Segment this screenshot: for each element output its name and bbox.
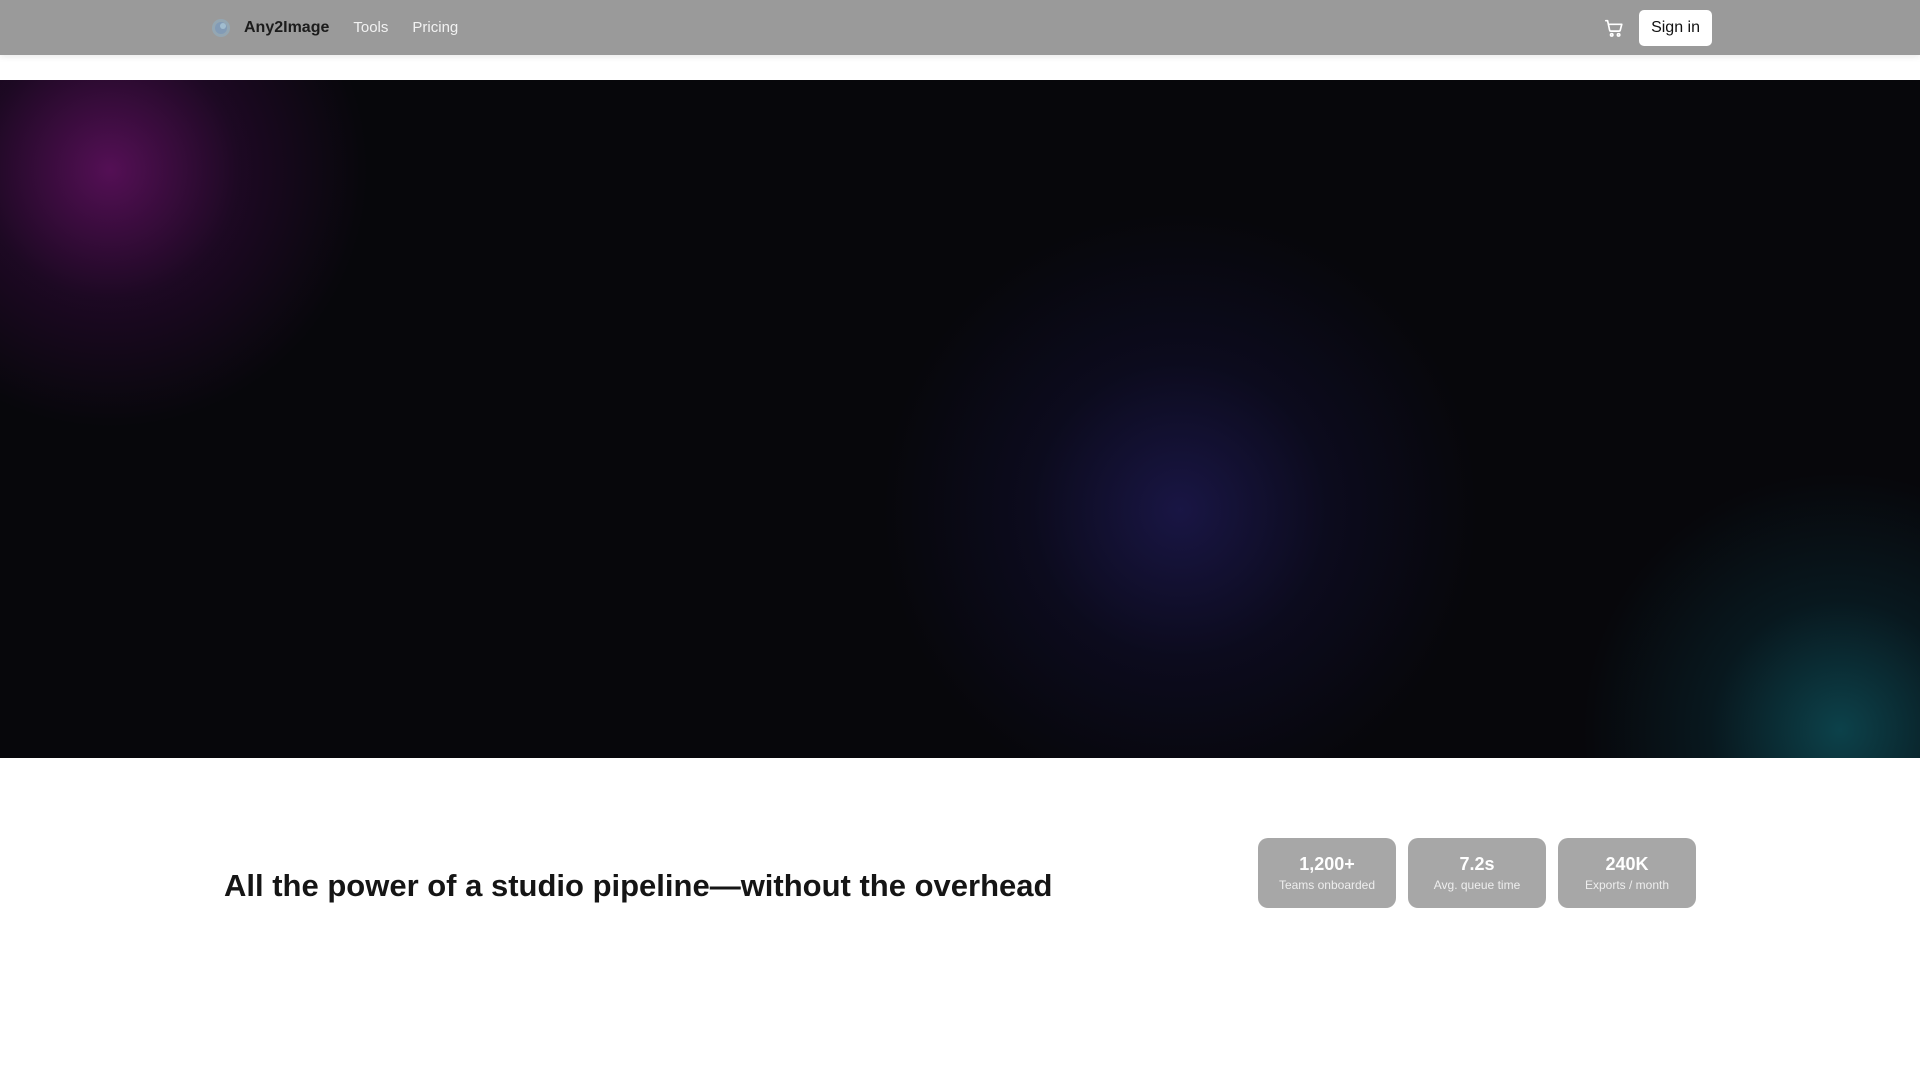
stat-card-queue-time: 7.2s Avg. queue time — [1408, 838, 1546, 908]
stats-group: 1,200+ Teams onboarded 7.2s Avg. queue t… — [1258, 838, 1696, 908]
nav-link-tools[interactable]: Tools — [353, 19, 388, 36]
cart-icon[interactable] — [1603, 17, 1625, 39]
stat-card-teams: 1,200+ Teams onboarded — [1258, 838, 1396, 908]
top-navbar: Any2Image Tools Pricing Sign in — [0, 0, 1920, 55]
nav-left: Any2Image Tools Pricing — [210, 0, 482, 55]
stat-label: Avg. queue time — [1433, 878, 1521, 892]
hero-glow-purple — [0, 80, 370, 430]
brand-name[interactable]: Any2Image — [244, 19, 329, 37]
stat-card-exports: 240K Exports / month — [1558, 838, 1696, 908]
nav-link-pricing[interactable]: Pricing — [412, 19, 458, 36]
stat-label: Teams onboarded — [1278, 878, 1376, 892]
features-headline: All the power of a studio pipeline—witho… — [224, 868, 1053, 903]
hero-glow-blue — [880, 210, 1480, 758]
logo-icon[interactable] — [210, 17, 232, 39]
stat-value: 240K — [1605, 854, 1649, 874]
stat-label: Exports / month — [1584, 878, 1670, 892]
sign-in-button[interactable]: Sign in — [1639, 9, 1712, 46]
hero-glow-teal — [1580, 470, 1920, 758]
hero-banner — [0, 80, 1920, 758]
stat-value: 7.2s — [1459, 854, 1495, 874]
stat-value: 1,200+ — [1299, 854, 1355, 874]
nav-right: Sign in — [1603, 0, 1712, 55]
